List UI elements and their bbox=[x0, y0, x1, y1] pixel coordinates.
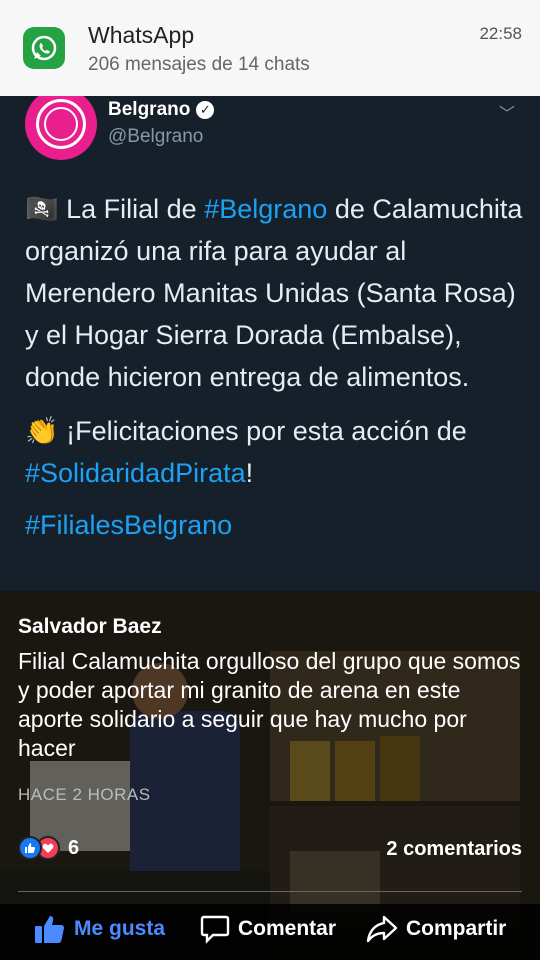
notification-time: 22:58 bbox=[479, 24, 522, 43]
share-icon bbox=[366, 915, 398, 943]
verified-icon: ✓ bbox=[196, 101, 215, 119]
like-button[interactable]: Me gusta bbox=[34, 914, 165, 944]
comment-icon bbox=[200, 915, 230, 944]
tweet-paragraph-1: 🏴‍☠️ La Filial de #Belgrano de Calamuchi… bbox=[25, 194, 523, 392]
comments-count[interactable]: 2 comentarios bbox=[386, 838, 522, 861]
comment-button-label: Comentar bbox=[238, 917, 337, 940]
tweet-paragraph-2: 👏 ¡Felicitaciones por esta acción de #So… bbox=[25, 416, 467, 488]
post-author[interactable]: Salvador Baez bbox=[18, 615, 162, 639]
notification-app-name: WhatsApp bbox=[88, 22, 195, 48]
hashtag-filiales: #FilialesBelgrano bbox=[25, 510, 233, 540]
post-caption: Filial Calamuchita orgulloso del grupo q… bbox=[18, 648, 521, 761]
thumbs-up-icon bbox=[35, 916, 64, 943]
tweet-author: Belgrano ✓ bbox=[108, 99, 215, 121]
reaction-count: 6 bbox=[68, 836, 80, 859]
divider bbox=[18, 891, 522, 892]
hashtag-belgrano: #Belgrano bbox=[204, 194, 328, 224]
belgrano-avatar bbox=[25, 96, 97, 160]
reactions-summary[interactable]: 6 bbox=[18, 836, 79, 860]
tweet-body: 🏴‍☠️ La Filial de #Belgrano de Calamuchi… bbox=[25, 188, 525, 546]
share-button[interactable]: Compartir bbox=[366, 914, 506, 944]
whatsapp-icon bbox=[23, 27, 65, 69]
notification-subtitle: 206 mensajes de 14 chats bbox=[88, 54, 310, 75]
tweet-handle: @Belgrano bbox=[108, 126, 204, 147]
post-actions-bar: Me gusta Comentar Compartir bbox=[0, 904, 540, 960]
hashtag-solidaridad: #SolidaridadPirata bbox=[25, 458, 246, 488]
tweet-author-name: Belgrano bbox=[108, 99, 191, 120]
tweet-image[interactable]: Belgrano ✓ @Belgrano ﹀ 🏴‍☠️ La Filial de… bbox=[0, 96, 540, 596]
post-time: HACE 2 HORAS bbox=[18, 785, 151, 804]
share-button-label: Compartir bbox=[406, 917, 507, 940]
chevron-down-icon: ﹀ bbox=[498, 106, 515, 123]
pirate-flag-emoji: 🏴‍☠️ bbox=[25, 194, 59, 224]
whatsapp-notification[interactable]: WhatsApp 206 mensajes de 14 chats 22:58 bbox=[0, 0, 540, 96]
like-button-label: Me gusta bbox=[74, 917, 166, 940]
like-reaction-icon bbox=[18, 836, 42, 860]
tweet-paragraph-3: #FilialesBelgrano bbox=[25, 504, 525, 546]
comment-button[interactable]: Comentar bbox=[200, 914, 336, 944]
